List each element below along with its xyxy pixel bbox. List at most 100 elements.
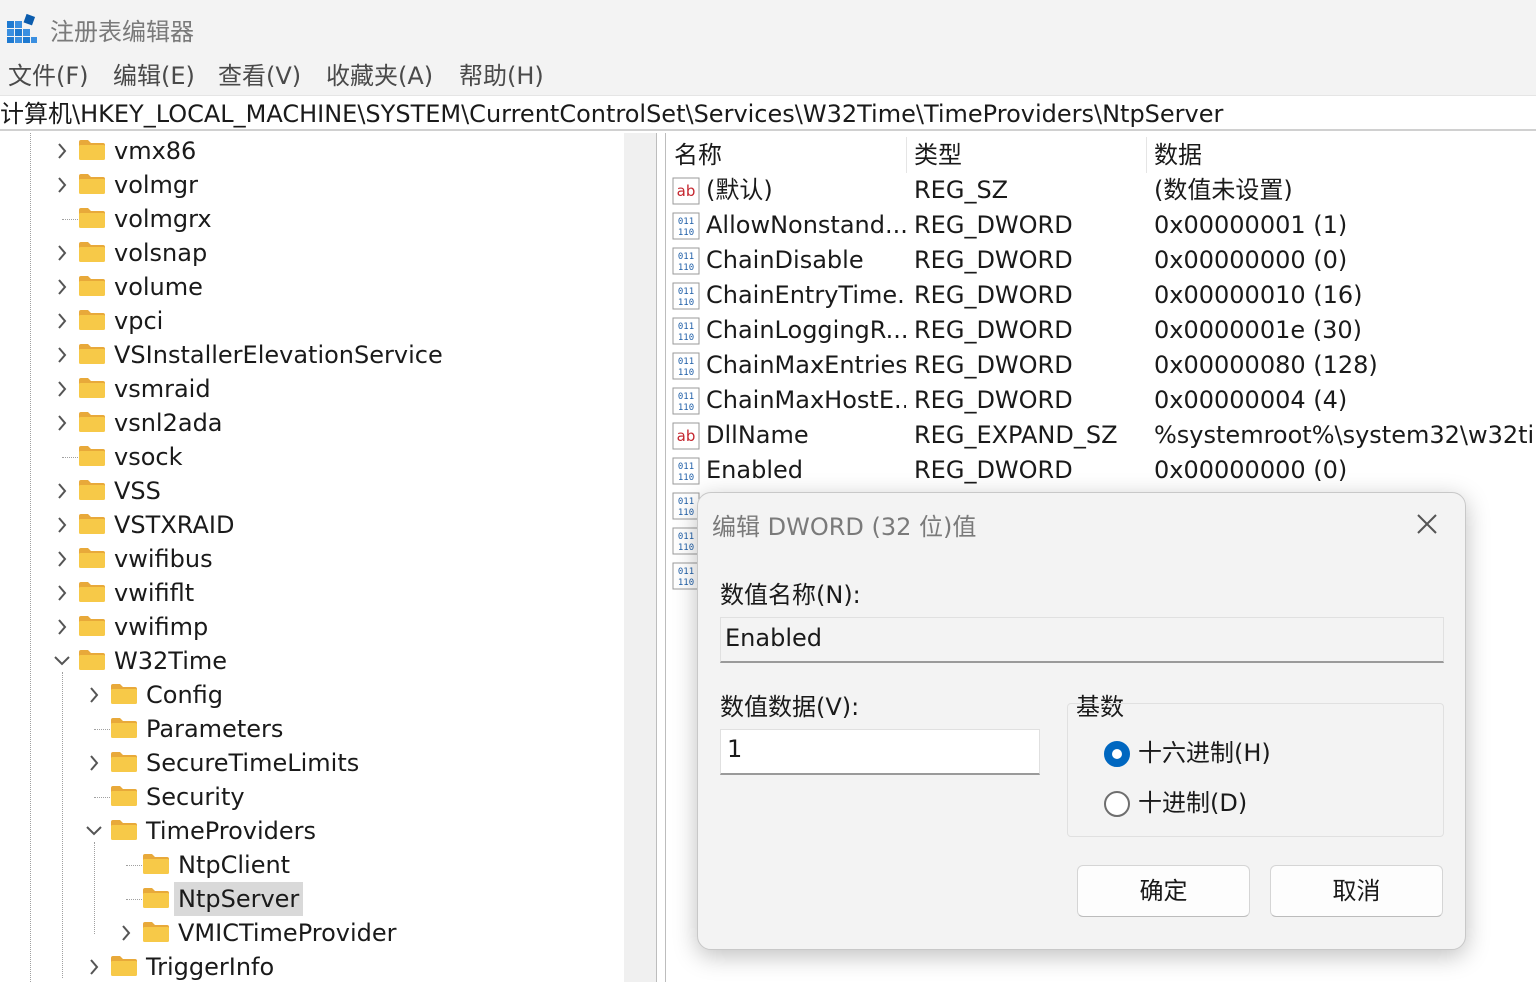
value-row[interactable]: 011 110 Enabled REG_DWORD 0x00000000 (0) bbox=[666, 453, 1536, 488]
chevron-right-icon[interactable] bbox=[116, 916, 136, 950]
menu-favorites[interactable]: 收藏夹(A) bbox=[326, 60, 433, 92]
cancel-button[interactable]: 取消 bbox=[1270, 865, 1443, 917]
value-data-input[interactable]: 1 bbox=[720, 729, 1040, 775]
value-row[interactable]: 011 110 ChainEntryTime... REG_DWORD 0x000000… bbox=[666, 278, 1536, 313]
tree-item[interactable]: vwifibus bbox=[0, 542, 624, 576]
svg-text:011: 011 bbox=[678, 252, 694, 262]
svg-text:ab: ab bbox=[677, 427, 696, 445]
tree-item-label: vsock bbox=[114, 443, 183, 471]
chevron-right-icon[interactable] bbox=[52, 474, 72, 508]
tree-item[interactable]: NtpServer bbox=[0, 882, 624, 916]
pane-splitter[interactable] bbox=[656, 133, 666, 982]
binary-value-icon: 011110 bbox=[672, 282, 700, 310]
tree-item-label: Config bbox=[146, 681, 224, 709]
tree-item[interactable]: vmx86 bbox=[0, 134, 624, 168]
menu-bar: 文件(F) 编辑(E) 查看(V) 收藏夹(A) 帮助(H) bbox=[0, 56, 1536, 96]
value-row[interactable]: 011 110 ChainDisable REG_DWORD 0x00000000 (0… bbox=[666, 243, 1536, 278]
binary-value-icon: 011110 bbox=[672, 457, 700, 485]
chevron-right-icon[interactable] bbox=[52, 508, 72, 542]
value-type: REG_DWORD bbox=[914, 386, 1073, 414]
column-header-data[interactable]: 数据 bbox=[1154, 137, 1202, 173]
radio-selected-icon[interactable] bbox=[1104, 741, 1130, 767]
tree-item-label: SecureTimeLimits bbox=[146, 749, 360, 777]
value-row[interactable]: 011 110 ChainLoggingR... REG_DWORD 0x0000001… bbox=[666, 313, 1536, 348]
chevron-right-icon[interactable] bbox=[52, 576, 72, 610]
folder-icon bbox=[79, 514, 105, 534]
tree-item[interactable]: TriggerInfo bbox=[0, 950, 624, 982]
folder-icon bbox=[79, 446, 105, 466]
column-header-type[interactable]: 类型 bbox=[914, 137, 962, 173]
value-data: 0x0000001e (30) bbox=[1154, 316, 1363, 344]
column-separator[interactable] bbox=[906, 137, 907, 173]
value-row[interactable]: 011 110 ChainMaxEntries REG_DWORD 0x00000080… bbox=[666, 348, 1536, 383]
tree-item[interactable]: vwifimp bbox=[0, 610, 624, 644]
chevron-right-icon[interactable] bbox=[52, 270, 72, 304]
key-tree[interactable]: vmx86 volmgr volmgrx volsnap volume vpci VSIns… bbox=[0, 133, 624, 982]
tree-item[interactable]: volmgr bbox=[0, 168, 624, 202]
ok-button[interactable]: 确定 bbox=[1077, 865, 1250, 917]
chevron-right-icon[interactable] bbox=[52, 372, 72, 406]
tree-item[interactable]: NtpClient bbox=[0, 848, 624, 882]
chevron-right-icon[interactable] bbox=[52, 610, 72, 644]
chevron-right-icon[interactable] bbox=[52, 542, 72, 576]
column-separator[interactable] bbox=[1146, 137, 1147, 173]
folder-icon bbox=[79, 582, 105, 602]
edit-dword-dialog: 编辑 DWORD (32 位)值 数值名称(N): Enabled 数值数据(V… bbox=[697, 492, 1466, 950]
value-row[interactable]: ab DllName REG_EXPAND_SZ %systemroot%\syste… bbox=[666, 418, 1536, 453]
chevron-right-icon[interactable] bbox=[52, 406, 72, 440]
tree-item[interactable]: vsmraid bbox=[0, 372, 624, 406]
close-icon[interactable] bbox=[1410, 507, 1444, 541]
tree-item[interactable]: volsnap bbox=[0, 236, 624, 270]
radio-unselected-icon[interactable] bbox=[1104, 791, 1130, 817]
binary-value-icon: 011110 bbox=[672, 317, 700, 345]
value-row[interactable]: ab (默认) REG_SZ (数值未设置) bbox=[666, 173, 1536, 208]
menu-view[interactable]: 查看(V) bbox=[218, 60, 301, 92]
chevron-right-icon[interactable] bbox=[84, 746, 104, 780]
tree-item-label: TimeProviders bbox=[146, 817, 317, 845]
chevron-down-icon[interactable] bbox=[84, 814, 104, 848]
value-row[interactable]: 011 110 AllowNonstand... REG_DWORD 0x0000000… bbox=[666, 208, 1536, 243]
chevron-right-icon[interactable] bbox=[52, 134, 72, 168]
value-data: %systemroot%\system32\w32tim bbox=[1154, 421, 1536, 449]
chevron-right-icon[interactable] bbox=[52, 304, 72, 338]
string-value-icon: ab bbox=[672, 422, 700, 450]
tree-item[interactable]: Config bbox=[0, 678, 624, 712]
chevron-right-icon[interactable] bbox=[52, 338, 72, 372]
tree-item[interactable]: vsock bbox=[0, 440, 624, 474]
menu-help[interactable]: 帮助(H) bbox=[459, 60, 544, 92]
tree-item[interactable]: Parameters bbox=[0, 712, 624, 746]
tree-item-label: Security bbox=[146, 783, 245, 811]
value-data: 0x00000000 (0) bbox=[1154, 246, 1348, 274]
value-row[interactable]: 011 110 ChainMaxHostE... REG_DWORD 0x0000000… bbox=[666, 383, 1536, 418]
svg-text:011: 011 bbox=[678, 567, 694, 577]
menu-file[interactable]: 文件(F) bbox=[8, 60, 89, 92]
tree-item[interactable]: VSInstallerElevationService bbox=[0, 338, 624, 372]
svg-text:110: 110 bbox=[678, 508, 694, 518]
address-bar[interactable]: 计算机\HKEY_LOCAL_MACHINE\SYSTEM\CurrentCon… bbox=[0, 97, 1536, 131]
tree-item[interactable]: VSTXRAID bbox=[0, 508, 624, 542]
tree-item[interactable]: W32Time bbox=[0, 644, 624, 678]
tree-item[interactable]: vpci bbox=[0, 304, 624, 338]
tree-item[interactable]: vwififlt bbox=[0, 576, 624, 610]
svg-text:110: 110 bbox=[678, 543, 694, 553]
tree-item-label: Parameters bbox=[146, 715, 284, 743]
menu-edit[interactable]: 编辑(E) bbox=[113, 60, 195, 92]
tree-item[interactable]: TimeProviders bbox=[0, 814, 624, 848]
tree-item[interactable]: vsnl2ada bbox=[0, 406, 624, 440]
tree-item[interactable]: volume bbox=[0, 270, 624, 304]
tree-item[interactable]: SecureTimeLimits bbox=[0, 746, 624, 780]
chevron-down-icon[interactable] bbox=[52, 644, 72, 678]
tree-item[interactable]: volmgrx bbox=[0, 202, 624, 236]
chevron-right-icon[interactable] bbox=[52, 168, 72, 202]
chevron-right-icon[interactable] bbox=[84, 678, 104, 712]
chevron-right-icon[interactable] bbox=[52, 236, 72, 270]
tree-item-label: NtpServer bbox=[174, 882, 304, 916]
binary-value-icon: 011110 bbox=[672, 562, 700, 590]
tree-item[interactable]: VSS bbox=[0, 474, 624, 508]
tree-item[interactable]: Security bbox=[0, 780, 624, 814]
tree-item[interactable]: VMICTimeProvider bbox=[0, 916, 624, 950]
column-header-name[interactable]: 名称 bbox=[674, 137, 722, 173]
chevron-right-icon[interactable] bbox=[84, 950, 104, 982]
svg-text:011: 011 bbox=[678, 217, 694, 227]
tree-scrollbar[interactable] bbox=[624, 133, 656, 982]
